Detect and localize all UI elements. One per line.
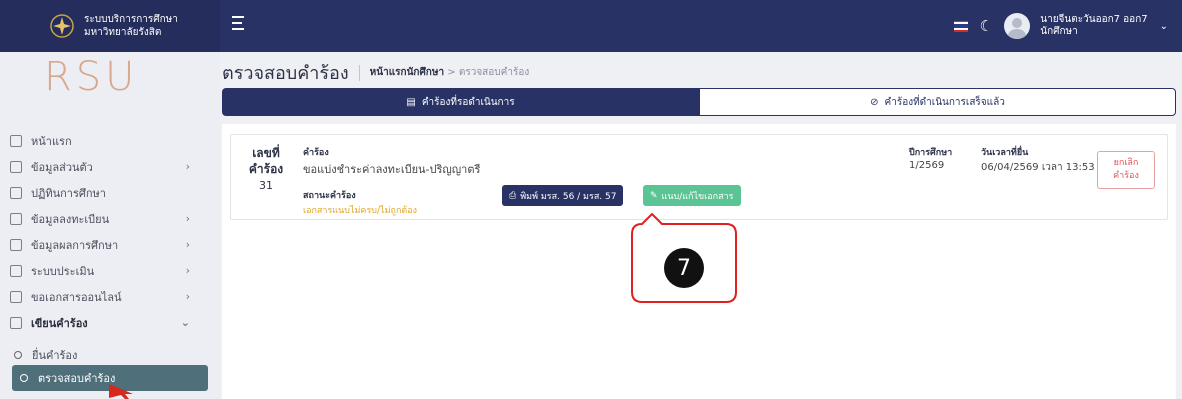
chevron-down-icon: ⌄ <box>180 316 190 329</box>
status-value: เอกสารแนบไม่ครบ/ไม่ถูกต้อง <box>303 206 418 216</box>
breadcrumb-current: ตรวจสอบคำร้อง <box>458 67 530 78</box>
brand-line-1: ระบบบริการการศึกษา <box>84 14 178 25</box>
date-value: 06/04/2569 เวลา 13:53 <box>981 162 1095 173</box>
list-icon: ▤ <box>406 96 416 108</box>
chevron-right-icon: › <box>185 290 190 303</box>
date-label: วันเวลาที่ยื่น <box>981 148 1029 158</box>
check-circle-icon: ⊘ <box>870 96 879 108</box>
tab-label: คำร้องที่รอดำเนินการ <box>421 96 515 108</box>
submit-datetime: วันเวลาที่ยื่น 06/04/2569 เวลา 13:53 <box>981 145 1095 175</box>
tab-label: คำร้องที่ดำเนินการเสร็จแล้ว <box>884 96 1005 108</box>
chevron-right-icon: › <box>185 160 190 173</box>
sidebar-menu: หน้าแรก ข้อมูลส่วนตัว › ปฏิทินการศึกษา ข้… <box>0 128 220 368</box>
attach-document-label: แนบ/แก้ไขเอกสาร <box>661 191 734 202</box>
user-name: นายจีนตะวันออก7 ออก7 <box>1040 14 1148 25</box>
sidebar-item-label: ปฏิทินการศึกษา <box>31 187 106 200</box>
sidebar-item-home[interactable]: หน้าแรก <box>0 128 220 154</box>
chevron-right-icon: › <box>185 212 190 225</box>
status-label: สถานะคำร้อง <box>303 191 356 201</box>
request-number-label-2: คำร้อง <box>248 162 284 176</box>
request-number: เลขที่ คำร้อง 31 <box>243 145 289 192</box>
request-detail: คำร้อง ขอแบ่งชำระค่าลงทะเบียน-ปริญญาตรี … <box>303 145 480 217</box>
user-role: นักศึกษา <box>1040 26 1078 37</box>
thai-flag-icon[interactable] <box>954 20 969 32</box>
sidebar-item-registration[interactable]: ข้อมูลลงทะเบียน › <box>0 206 220 232</box>
brand-line-2: มหาวิทยาลัยรังสิต <box>84 27 162 38</box>
sidebar-item-label: ข้อมูลส่วนตัว <box>31 161 93 174</box>
tab-pending[interactable]: ▤ คำร้องที่รอดำเนินการ <box>222 88 699 116</box>
moon-icon[interactable]: ☾ <box>978 17 994 35</box>
chevron-right-icon: › <box>185 264 190 277</box>
request-type-value: ขอแบ่งชำระค่าลงทะเบียน-ปริญญาตรี <box>303 163 481 176</box>
sidebar-item-grades[interactable]: ข้อมูลผลการศึกษา › <box>0 232 220 258</box>
request-number-value: 31 <box>259 179 273 192</box>
register-icon <box>10 213 22 225</box>
edit-icon <box>10 317 22 329</box>
arrow-pointer-icon <box>109 384 133 399</box>
cancel-request-button[interactable]: ยกเลิก คำร้อง <box>1097 151 1155 189</box>
sidebar-item-online-docs[interactable]: ขอเอกสารออนไลน์ › <box>0 284 220 310</box>
bullet-icon <box>20 374 28 382</box>
sidebar-item-label: ข้อมูลลงทะเบียน <box>31 213 110 226</box>
sidebar-item-label: ตรวจสอบคำร้อง <box>38 372 116 385</box>
chevron-down-icon[interactable]: ⌄ <box>1160 21 1168 32</box>
top-bar: ระบบบริการการศึกษา มหาวิทยาลัยรังสิต ☾ น… <box>0 0 1182 52</box>
avatar-icon[interactable] <box>1004 13 1031 39</box>
sidebar-item-label: ยื่นคำร้อง <box>32 349 78 362</box>
request-type-label: คำร้อง <box>303 148 329 158</box>
id-card-icon <box>10 161 22 173</box>
page-title: ตรวจสอบคำร้อง <box>222 63 349 84</box>
breadcrumb-separator: > <box>447 67 456 78</box>
tab-completed[interactable]: ⊘ คำร้องที่ดำเนินการเสร็จแล้ว <box>699 88 1176 116</box>
sidebar-item-label: เขียนคำร้อง <box>31 317 88 330</box>
cancel-label-1: ยกเลิก <box>1113 158 1139 168</box>
cancel-label-2: คำร้อง <box>1113 171 1139 181</box>
home-icon <box>10 135 22 147</box>
breadcrumb-home[interactable]: หน้าแรกนักศึกษา <box>370 67 444 78</box>
page-header: ตรวจสอบคำร้อง หน้าแรกนักศึกษา > ตรวจสอบค… <box>222 58 529 87</box>
sidebar-item-label: หน้าแรก <box>31 135 72 148</box>
sidebar-item-label: ระบบประเมิน <box>31 265 95 278</box>
grade-icon <box>10 239 22 251</box>
print-form-label: พิมพ์ มรส. 56 / มรส. 57 <box>520 191 617 202</box>
document-icon <box>10 291 22 303</box>
sidebar-item-label: ขอเอกสารออนไลน์ <box>31 291 122 304</box>
sidebar-item-evaluation[interactable]: ระบบประเมิน › <box>0 258 220 284</box>
printer-icon: ⎙ <box>509 190 517 201</box>
request-number-label-1: เลขที่ <box>252 146 280 160</box>
university-seal-icon <box>50 14 74 38</box>
bullet-icon <box>14 351 22 359</box>
print-form-button[interactable]: ⎙ พิมพ์ มรส. 56 / มรส. 57 <box>502 185 624 206</box>
year-label: ปีการศึกษา <box>909 148 953 158</box>
attach-document-button[interactable]: ✎ แนบ/แก้ไขเอกสาร <box>643 185 741 206</box>
menu-icon[interactable] <box>232 16 250 34</box>
year-value: 1/2569 <box>909 160 945 171</box>
breadcrumb: หน้าแรกนักศึกษา > ตรวจสอบคำร้อง <box>370 65 530 80</box>
academic-year: ปีการศึกษา 1/2569 <box>909 145 952 171</box>
calendar-icon <box>10 187 22 199</box>
chevron-right-icon: › <box>185 238 190 251</box>
sidebar-item-calendar[interactable]: ปฏิทินการศึกษา <box>0 180 220 206</box>
user-info[interactable]: นายจีนตะวันออก7 ออก7 นักศึกษา <box>1040 14 1147 38</box>
edit-icon: ✎ <box>650 190 658 201</box>
sidebar: RSU หน้าแรก ข้อมูลส่วนตัว › ปฏิทินการศึกษ… <box>0 52 220 399</box>
sidebar-item-profile[interactable]: ข้อมูลส่วนตัว › <box>0 154 220 180</box>
sidebar-item-label: ข้อมูลผลการศึกษา <box>31 239 119 252</box>
rsu-logo: RSU <box>44 54 139 100</box>
clipboard-icon <box>10 265 22 277</box>
divider <box>358 64 360 81</box>
tab-bar: ▤ คำร้องที่รอดำเนินการ ⊘ คำร้องที่ดำเนินกา… <box>222 88 1176 116</box>
sidebar-item-write-request[interactable]: เขียนคำร้อง ⌄ <box>0 310 220 336</box>
brand[interactable]: ระบบบริการการศึกษา มหาวิทยาลัยรังสิต <box>0 0 220 52</box>
step-number-badge: 7 <box>664 248 704 288</box>
